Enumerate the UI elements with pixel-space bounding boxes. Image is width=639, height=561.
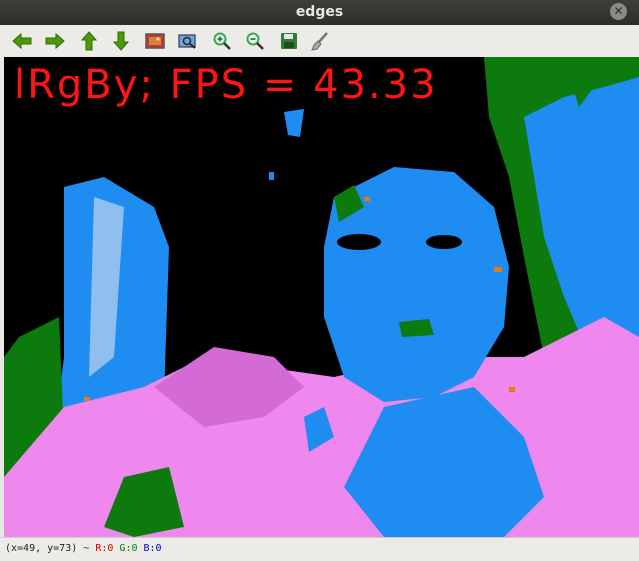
save-button[interactable]: [277, 29, 301, 53]
status-bar: (x=49, y=73) ~ R:0 G:0 B:0: [0, 537, 639, 561]
arrow-left-icon: [12, 32, 32, 50]
brush-icon: [311, 32, 328, 51]
arrow-up-icon: [80, 31, 98, 51]
image-canvas[interactable]: lRgBy; FPS = 43.33: [4, 57, 639, 537]
pan-right-button[interactable]: [43, 29, 67, 53]
title-bar: edges ✕: [0, 0, 639, 25]
blue-value: B:0: [143, 543, 162, 554]
fps-overlay-text: lRgBy; FPS = 43.33: [14, 62, 438, 108]
close-icon: ✕: [613, 4, 624, 18]
image-icon: [145, 33, 165, 49]
zoom-in-button[interactable]: [210, 29, 234, 53]
arrow-right-icon: [45, 32, 65, 50]
pan-left-button[interactable]: [10, 29, 34, 53]
close-button[interactable]: ✕: [610, 3, 627, 20]
floppy-icon: [281, 33, 297, 49]
cursor-coordinates: (x=49, y=73) ~: [5, 543, 90, 554]
pan-down-button[interactable]: [109, 29, 133, 53]
camera-frame-image: [4, 57, 639, 537]
zoom-out-button[interactable]: [243, 29, 267, 53]
zoom-original-button[interactable]: [176, 29, 200, 53]
red-value: R:0: [95, 543, 114, 554]
arrow-down-icon: [112, 31, 130, 51]
pan-up-button[interactable]: [77, 29, 101, 53]
toolbar: [0, 25, 639, 58]
green-value: G:0: [119, 543, 138, 554]
properties-button[interactable]: [308, 29, 332, 53]
zoom-fit-button[interactable]: [143, 29, 167, 53]
zoom-region-icon: [178, 34, 196, 49]
window-title: edges: [295, 4, 344, 20]
zoom-out-icon: [246, 32, 264, 50]
zoom-in-icon: [213, 32, 231, 50]
